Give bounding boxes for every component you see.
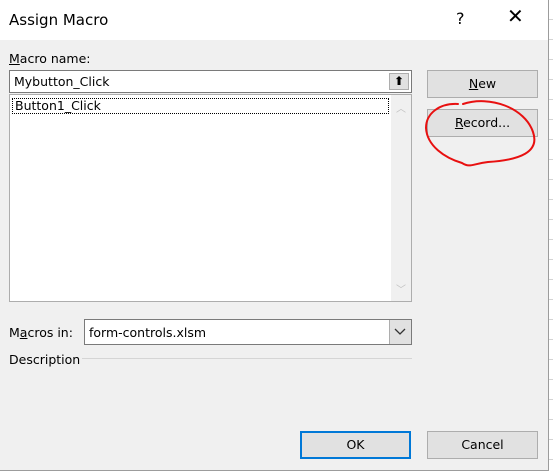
- collapse-arrow-button[interactable]: ⬆: [389, 73, 409, 90]
- scroll-up-icon[interactable]: ︿: [391, 100, 411, 115]
- up-arrow-icon: ⬆: [393, 74, 405, 88]
- chevron-down-icon: [394, 328, 406, 335]
- macro-name-field[interactable]: ⬆: [9, 70, 412, 93]
- cancel-button[interactable]: Cancel: [427, 431, 538, 459]
- dialog-title: Assign Macro: [9, 11, 109, 29]
- macro-name-label: Macro name:: [9, 51, 91, 66]
- assign-macro-dialog: Assign Macro ? ✕ Macro name: ⬆ Button1_C…: [0, 0, 549, 471]
- new-button[interactable]: New: [427, 70, 538, 98]
- macro-name-input[interactable]: [14, 74, 384, 89]
- macros-in-select[interactable]: form-controls.xlsm: [84, 319, 412, 345]
- macros-in-label: Macros in:: [9, 325, 73, 340]
- scroll-down-icon[interactable]: ﹀: [391, 281, 411, 296]
- description-divider: [82, 358, 412, 359]
- list-item[interactable]: Button1_Click: [12, 98, 389, 114]
- ok-button[interactable]: OK: [300, 431, 411, 459]
- macros-in-value: form-controls.xlsm: [89, 325, 207, 340]
- help-icon[interactable]: ?: [456, 9, 465, 28]
- record-button[interactable]: Record...: [427, 109, 538, 137]
- description-label: Description: [9, 352, 81, 367]
- dropdown-button[interactable]: [389, 320, 411, 344]
- vertical-scrollbar[interactable]: ︿ ﹀: [391, 95, 411, 301]
- close-icon[interactable]: ✕: [507, 6, 524, 26]
- macro-list[interactable]: Button1_Click ︿ ﹀: [9, 94, 412, 302]
- title-bar: Assign Macro ? ✕: [0, 0, 548, 40]
